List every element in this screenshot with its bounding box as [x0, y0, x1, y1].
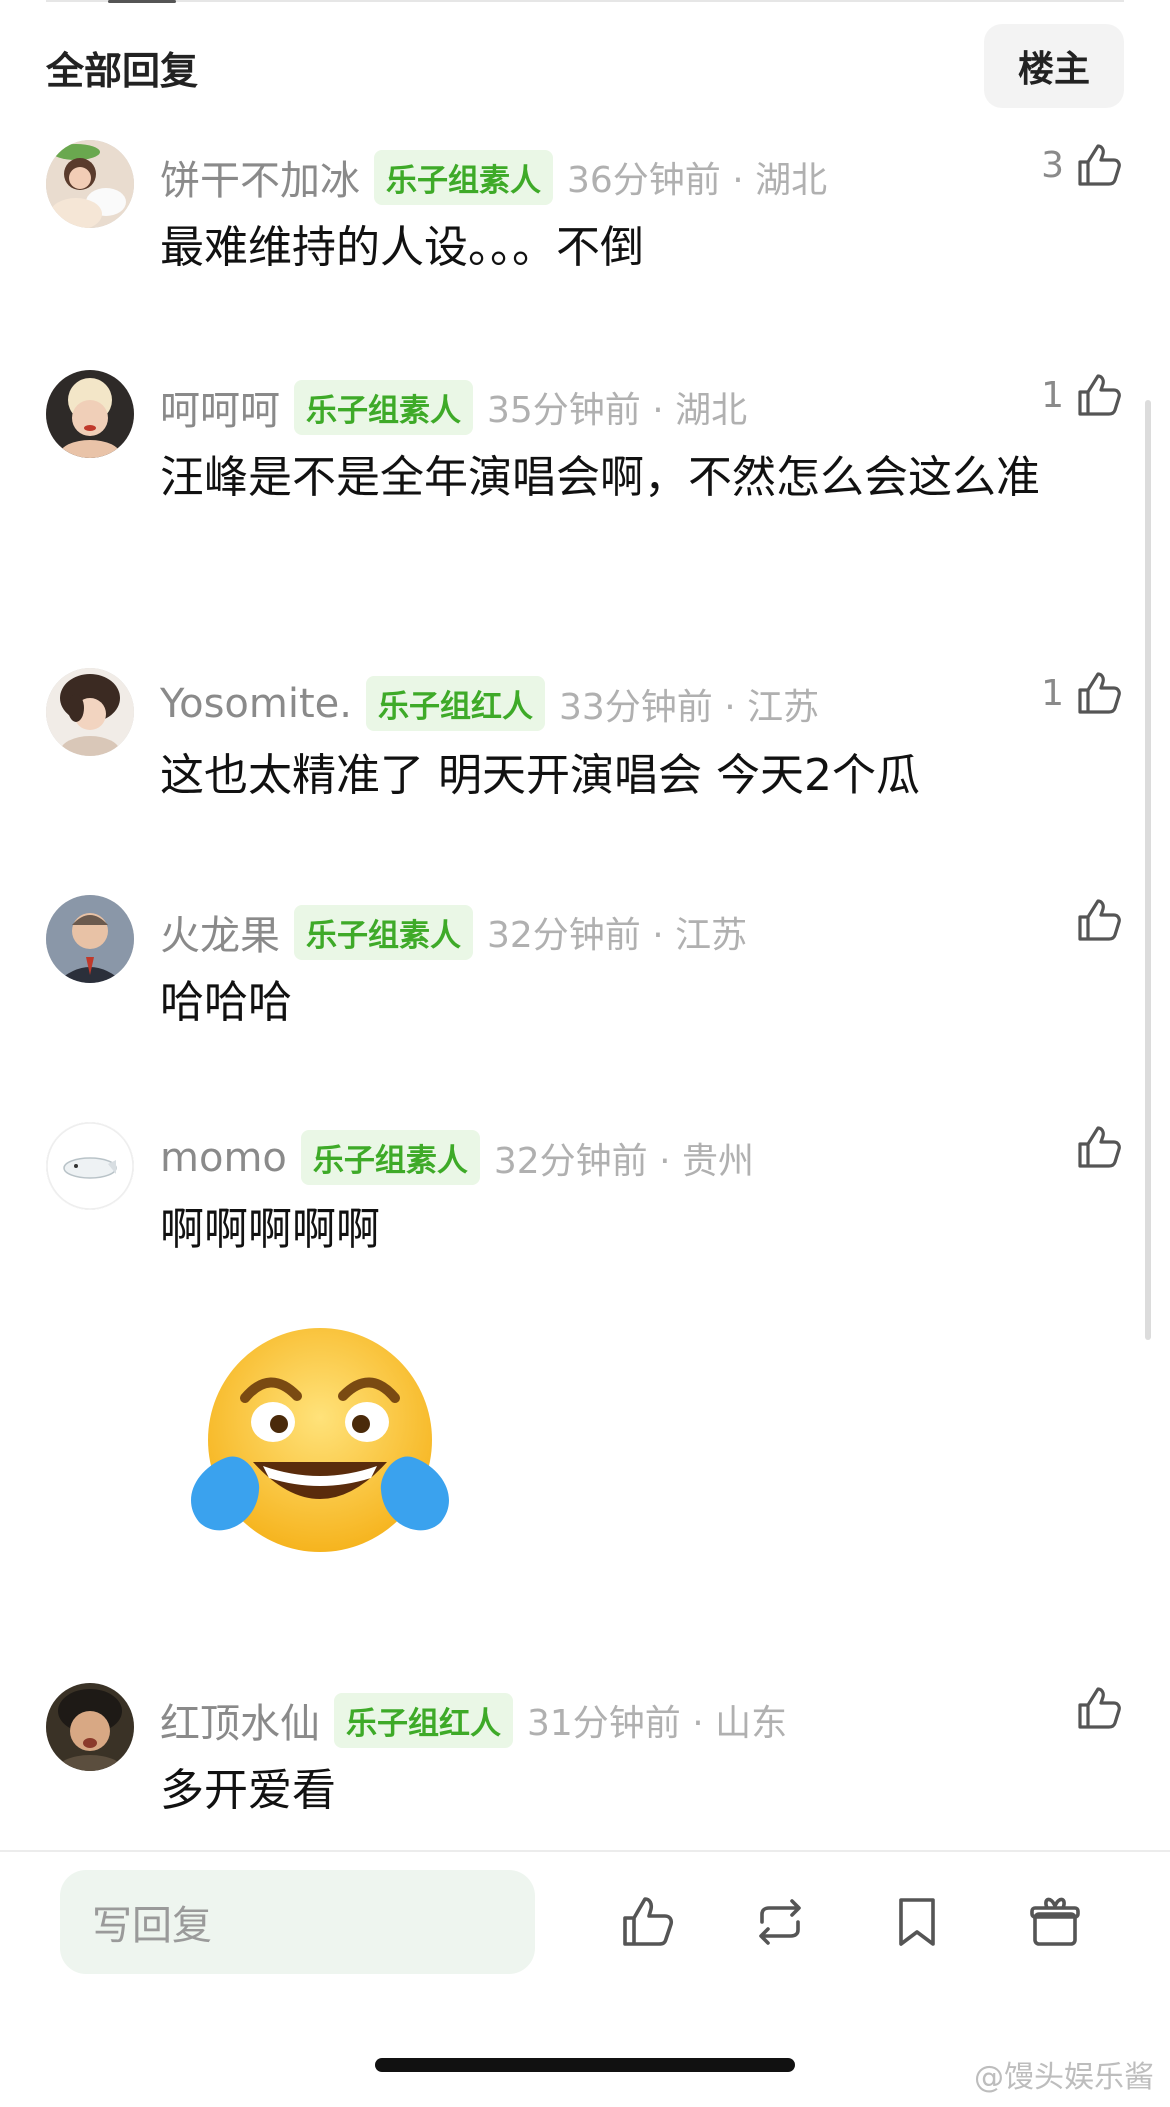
like-button[interactable] [1074, 1683, 1124, 1733]
like-count: 1 [1041, 374, 1064, 416]
thumbs-up-icon [1074, 895, 1124, 945]
time-location: 33分钟前 · 江苏 [559, 686, 820, 728]
username[interactable]: Yosomite. [160, 681, 352, 727]
bookmark-icon[interactable] [887, 1892, 947, 1952]
thumbs-up-icon [1074, 1122, 1124, 1172]
avatar[interactable] [46, 1683, 134, 1771]
avatar[interactable] [46, 895, 134, 983]
like-button[interactable]: 3 [1041, 140, 1124, 190]
like-button[interactable] [1074, 1122, 1124, 1172]
gift-icon[interactable] [1025, 1892, 1085, 1952]
time-location: 32分钟前 · 江苏 [487, 915, 748, 956]
user-badge: 乐子组素人 [294, 379, 473, 435]
comment-meta: momo 乐子组素人 32分钟前 · 贵州 [160, 1130, 754, 1185]
time-location: 31分钟前 · 山东 [527, 1703, 788, 1744]
comment-meta: 火龙果 乐子组素人 32分钟前 · 江苏 [160, 903, 747, 961]
like-button[interactable] [1074, 895, 1124, 945]
bottom-divider [0, 1850, 1170, 1852]
comment-meta: 红顶水仙 乐子组红人 31分钟前 · 山东 [160, 1691, 787, 1749]
user-badge: 乐子组素人 [374, 149, 553, 205]
username[interactable]: 饼干不加冰 [160, 148, 360, 206]
thumbs-up-icon[interactable] [617, 1892, 677, 1952]
time-location: 35分钟前 · 湖北 [487, 390, 748, 431]
thumbs-up-icon [1074, 668, 1124, 718]
user-badge: 乐子组红人 [366, 676, 545, 731]
comment-image[interactable] [175, 1310, 475, 1590]
laughing-crying-emoji [191, 1328, 449, 1552]
comment-meta: 饼干不加冰 乐子组素人 36分钟前 · 湖北 [160, 148, 827, 206]
louzhu-filter-button[interactable]: 楼主 [984, 24, 1124, 108]
tab-indicator [108, 0, 176, 3]
top-divider [46, 0, 1124, 2]
user-badge: 乐子组素人 [300, 1130, 480, 1185]
avatar[interactable] [46, 370, 134, 458]
comment-text: 哈哈哈 [160, 977, 292, 1028]
comment-meta: Yosomite. 乐子组红人 33分钟前 · 江苏 [160, 676, 819, 731]
like-button[interactable]: 1 [1041, 370, 1124, 420]
thumbs-up-icon [1074, 140, 1124, 190]
username[interactable]: 呵呵呵 [160, 378, 280, 436]
watermark: @馒头娱乐酱 [974, 2060, 1154, 2095]
like-count: 1 [1041, 672, 1064, 714]
like-count: 3 [1041, 144, 1064, 186]
avatar[interactable] [46, 668, 134, 756]
thumbs-up-icon [1074, 1683, 1124, 1733]
username[interactable]: 红顶水仙 [160, 1691, 320, 1749]
home-indicator[interactable] [375, 2058, 795, 2072]
username[interactable]: momo [160, 1135, 287, 1181]
comment-text: 啊啊啊啊啊 [160, 1204, 380, 1255]
time-location: 32分钟前 · 贵州 [493, 1140, 755, 1182]
reply-input[interactable]: 写回复 [60, 1870, 535, 1974]
like-button[interactable]: 1 [1041, 668, 1124, 718]
comment-meta: 呵呵呵 乐子组素人 35分钟前 · 湖北 [160, 378, 747, 436]
comments-page: 全部回复 楼主 饼干不加冰 乐子组素人 36分钟前 · 湖北 3 最难维持的人设… [0, 0, 1170, 2107]
avatar[interactable] [46, 1122, 134, 1210]
comment-text: 最难维持的人设。。。不倒 [160, 222, 644, 273]
user-badge: 乐子组红人 [334, 1692, 513, 1748]
page-title: 全部回复 [46, 49, 199, 93]
comment-text: 这也太精准了 明天开演唱会 今天2个瓜 [160, 750, 920, 801]
comment-text: 多开爱看 [160, 1765, 336, 1816]
username[interactable]: 火龙果 [160, 903, 280, 961]
time-location: 36分钟前 · 湖北 [567, 160, 828, 201]
scrollbar[interactable] [1145, 400, 1151, 1340]
repost-icon[interactable] [750, 1892, 810, 1952]
user-badge: 乐子组素人 [294, 904, 473, 960]
thumbs-up-icon [1074, 370, 1124, 420]
comment-text: 汪峰是不是全年演唱会啊，不然怎么会这么准 [160, 452, 1040, 503]
avatar[interactable] [46, 140, 134, 228]
